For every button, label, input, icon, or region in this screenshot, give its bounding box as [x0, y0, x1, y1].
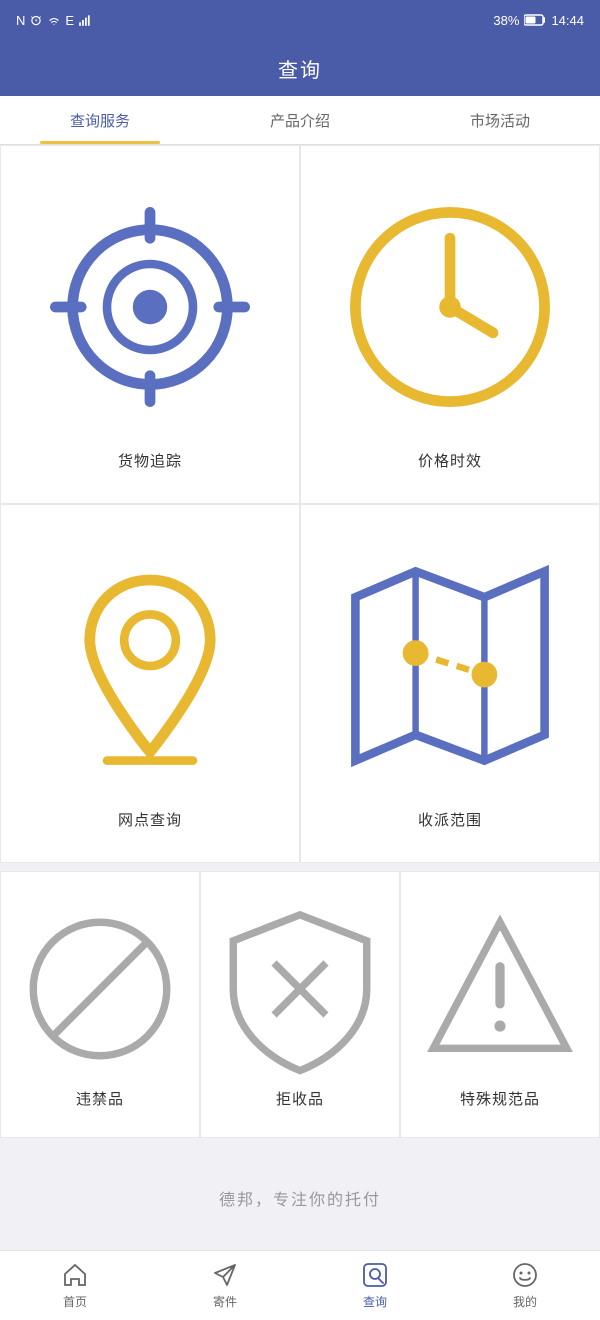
page-title: 查询: [278, 54, 322, 83]
cargo-track-item[interactable]: 货物追踪: [0, 145, 300, 504]
slogan-text: 德邦，专注你的托付: [219, 1186, 381, 1210]
pickup-range-item[interactable]: 收派范围: [300, 504, 600, 863]
nav-mine[interactable]: 我的: [450, 1255, 600, 1316]
price-timeliness-label: 价格时效: [418, 450, 482, 471]
special-norm-label: 特殊规范品: [460, 1088, 540, 1109]
nav-mine-label: 我的: [513, 1293, 537, 1310]
send-icon: [211, 1261, 239, 1289]
status-left: N E: [16, 13, 92, 28]
home-icon: [61, 1261, 89, 1289]
network-type: E: [65, 13, 74, 28]
shield-x-icon: [211, 900, 389, 1078]
prohibited-item[interactable]: 违禁品: [0, 871, 200, 1138]
time-display: 14:44: [551, 13, 584, 28]
tab-market-activity[interactable]: 市场活动: [400, 96, 600, 144]
grid-top: 货物追踪 价格时效 网点查询: [0, 145, 600, 863]
search-icon: [361, 1261, 389, 1289]
slogan-section: 德邦，专注你的托付: [0, 1146, 600, 1250]
slash-circle-icon: [11, 900, 189, 1078]
pickup-range-label: 收派范围: [418, 809, 482, 830]
bottom-grid: 违禁品 拒收品 特殊规范品: [0, 871, 600, 1138]
location-icon: [21, 537, 279, 795]
bottom-nav: 首页 寄件 查询 我的: [0, 1250, 600, 1320]
prohibited-label: 违禁品: [76, 1088, 124, 1109]
refused-item[interactable]: 拒收品: [200, 871, 400, 1138]
tab-query-service[interactable]: 查询服务: [0, 96, 200, 144]
wifi-icon: [47, 13, 61, 27]
tab-product-intro[interactable]: 产品介绍: [200, 96, 400, 144]
page-header: 查询: [0, 40, 600, 96]
main-content: 货物追踪 价格时效 网点查询: [0, 145, 600, 1250]
cargo-track-label: 货物追踪: [118, 450, 182, 471]
network-query-label: 网点查询: [118, 809, 182, 830]
refused-label: 拒收品: [276, 1088, 324, 1109]
nav-query-label: 查询: [363, 1293, 387, 1310]
clock-icon: [321, 178, 579, 436]
status-right: 38% 14:44: [493, 13, 584, 28]
map-icon: [321, 537, 579, 795]
battery-pct: 38%: [493, 13, 519, 28]
nav-query[interactable]: 查询: [300, 1255, 450, 1316]
nav-ship-label: 寄件: [213, 1293, 237, 1310]
battery-icon: [524, 14, 546, 26]
nav-home[interactable]: 首页: [0, 1255, 150, 1316]
nfc-indicator: N: [16, 13, 25, 28]
special-norm-item[interactable]: 特殊规范品: [400, 871, 600, 1138]
target-icon: [21, 178, 279, 436]
smiley-icon: [511, 1261, 539, 1289]
signal-icon: [78, 13, 92, 27]
alarm-icon: [29, 13, 43, 27]
main-grid: 货物追踪 价格时效 网点查询: [0, 145, 600, 863]
network-query-item[interactable]: 网点查询: [0, 504, 300, 863]
nav-ship[interactable]: 寄件: [150, 1255, 300, 1316]
triangle-warning-icon: [411, 900, 589, 1078]
nav-home-label: 首页: [63, 1293, 87, 1310]
price-timeliness-item[interactable]: 价格时效: [300, 145, 600, 504]
status-bar: N E 38% 14:44: [0, 0, 600, 40]
tab-bar: 查询服务 产品介绍 市场活动: [0, 96, 600, 145]
